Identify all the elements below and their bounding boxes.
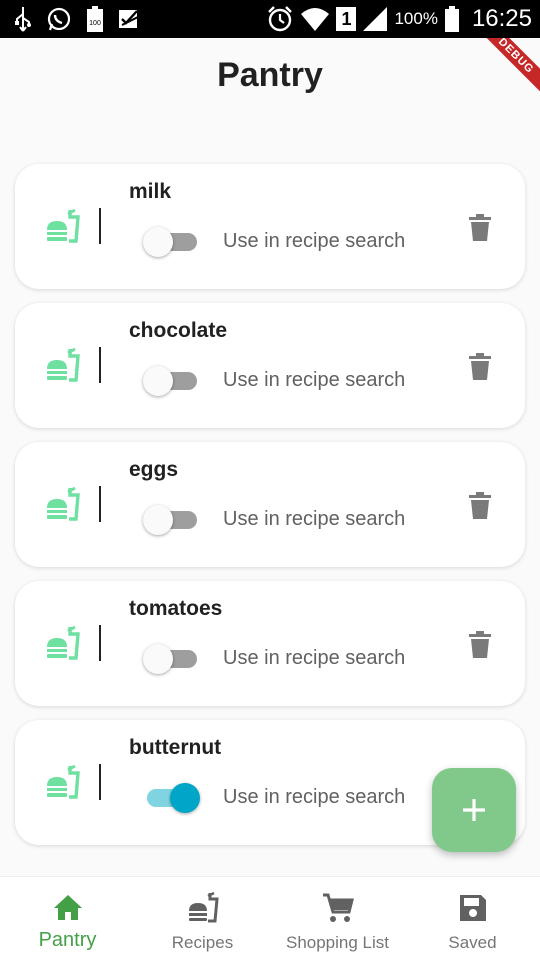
delete-icon[interactable]: [467, 631, 493, 659]
svg-text:100: 100: [89, 20, 101, 27]
toggle-label: Use in recipe search: [223, 230, 406, 252]
toggle-label: Use in recipe search: [223, 508, 406, 530]
battery-icon: [444, 6, 459, 32]
fastfood-icon: [45, 486, 81, 522]
item-name: chocolate: [129, 319, 228, 342]
recipe-search-toggle[interactable]: [143, 502, 203, 536]
nav-label: Saved: [448, 933, 497, 952]
recipe-search-toggle[interactable]: [143, 641, 203, 675]
delete-icon[interactable]: [467, 353, 493, 381]
sim-slot-badge: 1: [336, 7, 357, 31]
fastfood-icon: [45, 625, 81, 661]
page-title: Pantry: [217, 55, 323, 94]
nav-label: Pantry: [38, 929, 97, 951]
pantry-item-card: tomatoes Use in recipe search: [15, 581, 525, 706]
delete-icon[interactable]: [467, 214, 493, 242]
home-icon: [53, 895, 82, 920]
fastfood-icon: [45, 208, 81, 244]
pantry-item-card: eggs Use in recipe search: [15, 442, 525, 567]
toggle-label: Use in recipe search: [223, 369, 406, 391]
recipe-search-toggle[interactable]: [143, 363, 203, 397]
nav-item-shopping-list[interactable]: Shopping List: [270, 877, 405, 960]
cell-signal-icon: [363, 7, 388, 31]
battery-full-icon: 100: [87, 6, 103, 32]
bottom-navigation: Pantry Recipes Shopping List Saved: [0, 876, 540, 960]
cart-icon: [322, 893, 354, 922]
pantry-list: milk Use in recipe search chocolate Use in …: [15, 164, 525, 859]
recipe-search-toggle[interactable]: [143, 224, 203, 258]
status-bar: 100 1 100% 16:25: [0, 0, 540, 38]
toggle-thumb: [143, 644, 173, 674]
pantry-item-card: milk Use in recipe search: [15, 164, 525, 289]
toggle-thumb: [143, 366, 173, 396]
nav-item-pantry[interactable]: Pantry: [0, 877, 135, 960]
item-name: milk: [129, 180, 172, 203]
plus-icon: [463, 799, 485, 821]
fastfood-icon: [188, 891, 219, 923]
whatsapp-icon: [47, 7, 71, 31]
clock: 16:25: [471, 5, 532, 32]
toggle-thumb: [143, 505, 173, 535]
delete-icon[interactable]: [467, 492, 493, 520]
divider: [99, 625, 101, 661]
debug-banner: DEBUG: [484, 38, 540, 94]
pantry-item-card: chocolate Use in recipe search: [15, 303, 525, 428]
divider: [99, 208, 101, 244]
toggle-thumb: [170, 783, 200, 813]
item-name: tomatoes: [129, 597, 223, 620]
divider: [99, 764, 101, 800]
toggle-thumb: [143, 227, 173, 257]
recipe-search-toggle[interactable]: [143, 780, 203, 814]
nav-item-recipes[interactable]: Recipes: [135, 877, 270, 960]
checklist-icon: [119, 10, 139, 28]
app-bar: Pantry: [0, 38, 540, 112]
wifi-icon: [301, 8, 330, 31]
item-name: eggs: [129, 458, 179, 481]
toggle-label: Use in recipe search: [223, 786, 406, 808]
battery-percent: 100%: [394, 9, 438, 28]
fastfood-icon: [45, 764, 81, 800]
item-name: butternut: [129, 736, 222, 759]
alarm-icon: [268, 6, 293, 32]
usb-icon: [15, 7, 31, 32]
add-item-button[interactable]: [432, 768, 516, 852]
nav-item-saved[interactable]: Saved: [405, 877, 540, 960]
save-icon: [459, 895, 486, 921]
nav-label: Shopping List: [285, 933, 390, 952]
fastfood-icon: [45, 347, 81, 383]
nav-label: Recipes: [171, 933, 234, 952]
divider: [99, 486, 101, 522]
divider: [99, 347, 101, 383]
toggle-label: Use in recipe search: [223, 647, 406, 669]
